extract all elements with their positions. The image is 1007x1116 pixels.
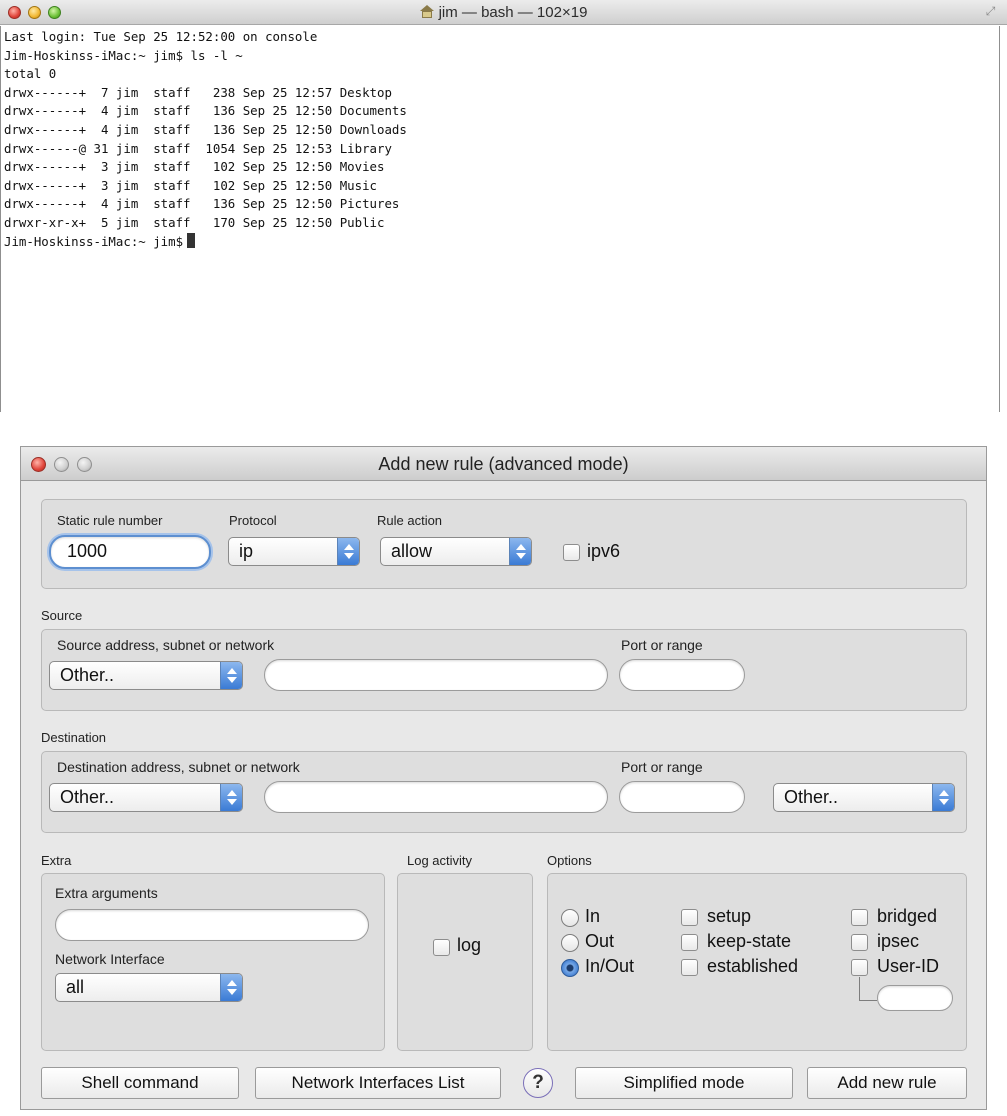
home-icon	[419, 5, 435, 18]
log-checkbox[interactable]	[433, 939, 450, 956]
source-port-label: Port or range	[621, 637, 703, 653]
rule-number-label: Static rule number	[57, 513, 163, 528]
simplified-mode-button[interactable]: Simplified mode	[575, 1067, 793, 1099]
terminal-window: jim — bash — 102×19 ⤢ Last login: Tue Se…	[0, 0, 1007, 416]
source-address-type-value: Other..	[60, 665, 115, 685]
dialog-title: Add new rule (advanced mode)	[378, 454, 629, 474]
terminal-prompt: Jim-Hoskinss-iMac:~ jim$	[4, 233, 184, 249]
terminal-line: drwxr-xr-x+ 5 jim staff 170 Sep 25 12:50…	[4, 214, 385, 230]
network-interface-value: all	[66, 977, 85, 997]
extra-arguments-label: Extra arguments	[55, 885, 158, 901]
setup-checkbox[interactable]	[681, 909, 698, 926]
user-id-checkbox[interactable]	[851, 959, 868, 976]
add-new-rule-button[interactable]: Add new rule	[807, 1067, 967, 1099]
network-interface-select[interactable]: all	[55, 973, 243, 1002]
popup-arrows-icon	[932, 784, 954, 811]
protocol-select[interactable]: ip	[228, 537, 360, 566]
direction-in-label: In	[585, 906, 601, 926]
popup-arrows-icon	[220, 784, 242, 811]
direction-in-radio[interactable]	[561, 909, 579, 927]
terminal-output[interactable]: Last login: Tue Sep 25 12:52:00 on conso…	[0, 26, 1000, 412]
direction-out-radio[interactable]	[561, 934, 579, 952]
help-icon[interactable]: ?	[523, 1068, 553, 1098]
ipsec-label: ipsec	[877, 931, 920, 951]
protocol-label: Protocol	[229, 513, 277, 528]
terminal-line: drwx------+ 3 jim staff 102 Sep 25 12:50…	[4, 159, 385, 175]
rule-action-label: Rule action	[377, 513, 443, 528]
established-checkbox[interactable]	[681, 959, 698, 976]
source-address-type-select[interactable]: Other..	[49, 661, 243, 690]
destination-address-label: Destination address, subnet or network	[57, 759, 300, 775]
network-interface-label: Network Interface	[55, 951, 165, 967]
network-interfaces-list-button[interactable]: Network Interfaces List	[255, 1067, 501, 1099]
user-id-input[interactable]	[877, 985, 953, 1011]
ipsec-checkbox[interactable]	[851, 934, 868, 951]
terminal-title-text: jim — bash — 102×19	[438, 4, 588, 21]
log-section-label: Log activity	[407, 853, 473, 868]
setup-label: setup	[707, 906, 752, 926]
terminal-line: Jim-Hoskinss-iMac:~ jim$ ls -l ~	[4, 47, 243, 63]
log-label: log	[457, 935, 482, 955]
popup-arrows-icon	[220, 662, 242, 689]
ipv6-checkbox[interactable]	[563, 544, 580, 561]
source-address-input[interactable]	[264, 659, 608, 691]
source-port-input[interactable]	[619, 659, 745, 691]
popup-arrows-icon	[220, 974, 242, 1001]
established-label: established	[707, 956, 799, 976]
user-id-connector	[859, 977, 877, 1001]
protocol-value: ip	[239, 541, 254, 561]
resize-icon[interactable]: ⤢	[984, 5, 997, 18]
user-id-label: User-ID	[877, 956, 939, 976]
terminal-line: drwx------+ 4 jim staff 136 Sep 25 12:50…	[4, 196, 400, 212]
extra-section-label: Extra	[41, 853, 72, 868]
ipv6-label: ipv6	[587, 541, 621, 561]
rule-number-input[interactable]: 1000	[49, 535, 211, 569]
keep-state-checkbox[interactable]	[681, 934, 698, 951]
direction-inout-label: In/Out	[585, 956, 635, 976]
terminal-line: drwx------+ 7 jim staff 238 Sep 25 12:57…	[4, 84, 392, 100]
extra-arguments-input[interactable]	[55, 909, 369, 941]
direction-inout-radio[interactable]	[561, 959, 579, 977]
terminal-prompt-line: Jim-Hoskinss-iMac:~ jim$	[4, 232, 999, 252]
rule-action-value: allow	[391, 541, 433, 561]
popup-arrows-icon	[509, 538, 531, 565]
destination-port-input[interactable]	[619, 781, 745, 813]
shell-command-button[interactable]: Shell command	[41, 1067, 239, 1099]
destination-port-label: Port or range	[621, 759, 703, 775]
terminal-line: drwx------+ 4 jim staff 136 Sep 25 12:50…	[4, 103, 407, 119]
rule-action-select[interactable]: allow	[380, 537, 532, 566]
terminal-line: drwx------+ 3 jim staff 102 Sep 25 12:50…	[4, 177, 377, 193]
destination-extra-select[interactable]: Other..	[773, 783, 955, 812]
add-rule-dialog: Add new rule (advanced mode) Static rule…	[20, 446, 987, 1110]
terminal-cursor	[187, 232, 196, 248]
keep-state-label: keep-state	[707, 931, 792, 951]
terminal-line: Last login: Tue Sep 25 12:52:00 on conso…	[4, 29, 318, 44]
destination-address-input[interactable]	[264, 781, 608, 813]
popup-arrows-icon	[337, 538, 359, 565]
terminal-titlebar[interactable]: jim — bash — 102×19 ⤢	[0, 0, 1007, 25]
options-section-label: Options	[547, 853, 592, 868]
dialog-titlebar[interactable]: Add new rule (advanced mode)	[21, 447, 986, 481]
terminal-line: drwx------@ 31 jim staff 1054 Sep 25 12:…	[4, 140, 392, 156]
terminal-line: total 0	[4, 66, 57, 82]
bridged-checkbox[interactable]	[851, 909, 868, 926]
destination-section-label: Destination	[41, 730, 107, 745]
terminal-line: drwx------+ 4 jim staff 136 Sep 25 12:50…	[4, 121, 407, 137]
destination-address-type-select[interactable]: Other..	[49, 783, 243, 812]
destination-extra-value: Other..	[784, 787, 839, 807]
source-section-label: Source	[41, 608, 83, 623]
log-group	[397, 873, 533, 1051]
terminal-title: jim — bash — 102×19	[0, 4, 1007, 21]
destination-address-type-value: Other..	[60, 787, 115, 807]
direction-out-label: Out	[585, 931, 615, 951]
bridged-label: bridged	[877, 906, 938, 926]
source-address-label: Source address, subnet or network	[57, 637, 275, 653]
